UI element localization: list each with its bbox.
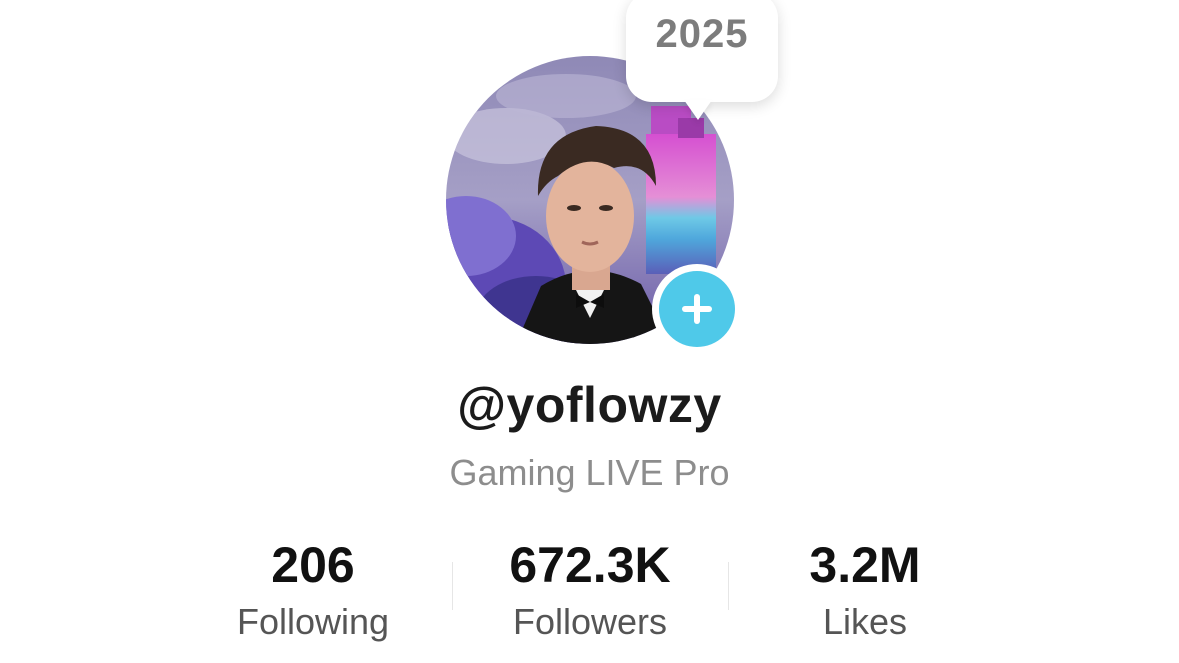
stat-likes[interactable]: 3.2M Likes	[765, 536, 965, 648]
year-bubble[interactable]: 2025	[626, 0, 778, 120]
following-count: 206	[271, 537, 355, 593]
profile-header: 2025 @yoflowzy Gaming LIVE Pro 206 Follo…	[0, 0, 1179, 663]
year-label: 2025	[655, 12, 749, 56]
stat-divider	[452, 562, 453, 610]
likes-count: 3.2M	[809, 537, 921, 593]
bubble-tail	[684, 100, 712, 120]
followers-count: 672.3K	[509, 537, 671, 593]
stat-followers[interactable]: 672.3K Followers	[470, 536, 710, 648]
followers-label: Followers	[512, 601, 668, 642]
add-button-circle	[659, 271, 735, 347]
likes-label: Likes	[822, 601, 908, 642]
following-label: Following	[236, 601, 390, 642]
plus-icon	[682, 294, 712, 324]
add-button[interactable]	[652, 264, 742, 354]
username: @yoflowzy	[457, 377, 722, 433]
stat-divider	[728, 562, 729, 610]
profile-subtitle: Gaming LIVE Pro	[449, 452, 730, 493]
stat-following[interactable]: 206 Following	[213, 536, 413, 648]
